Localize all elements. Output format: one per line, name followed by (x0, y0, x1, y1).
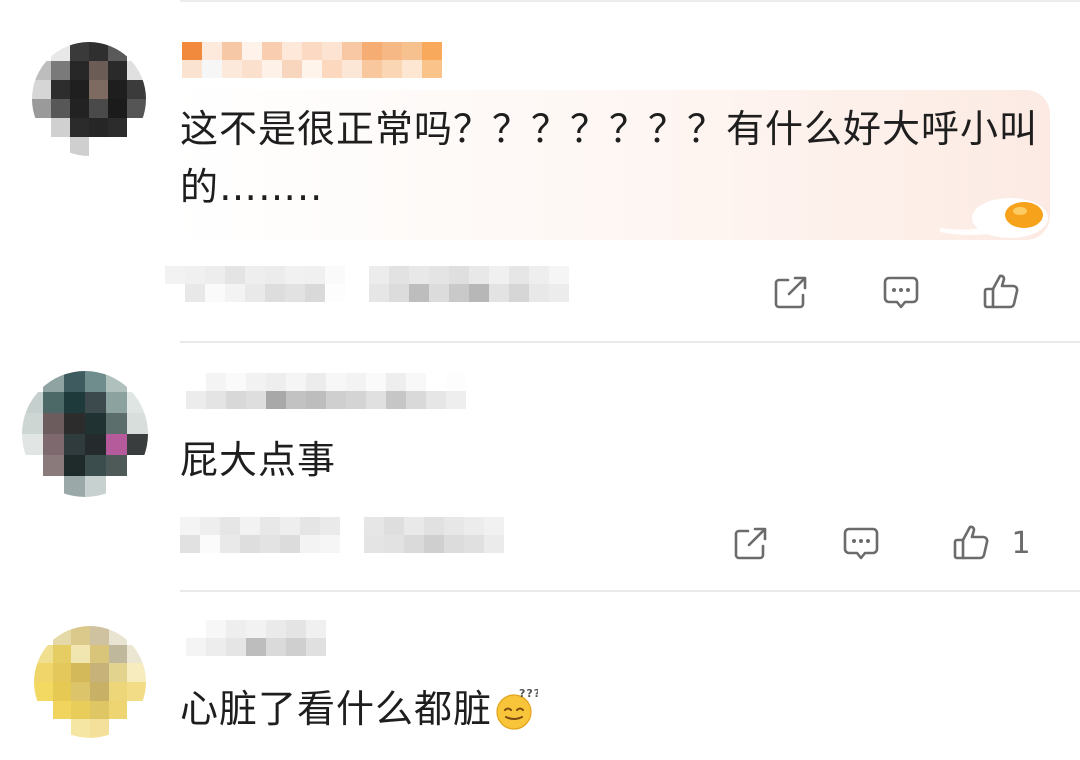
username-blurred[interactable] (186, 373, 466, 409)
username-blurred[interactable] (186, 620, 326, 656)
share-icon (774, 276, 807, 309)
like-button[interactable]: 1 (916, 515, 1066, 571)
comment-actions (736, 264, 1066, 320)
like-count: 1 (1011, 525, 1031, 561)
comment-list: 这不是很正常吗？？？？？？？有什么好大呼小叫的…….. 屁大点事 1 心脏了看什… (0, 0, 1080, 760)
reply-button[interactable] (806, 515, 916, 571)
like-button[interactable] (956, 264, 1066, 320)
username-blurred[interactable] (182, 42, 442, 78)
comment-text: 这不是很正常吗？？？？？？？有什么好大呼小叫的…….. (180, 107, 1039, 209)
thumbs-up-icon (954, 525, 989, 560)
timestamp-location-blurred (180, 517, 504, 553)
avatar[interactable] (32, 42, 146, 156)
share-icon (734, 527, 767, 560)
thumbs-up-icon (983, 274, 1019, 309)
comment-text-content: 心脏了看什么都脏 (180, 687, 493, 731)
avatar[interactable] (34, 626, 146, 738)
comment-text: 心脏了看什么都脏 ??? (180, 680, 538, 738)
avatar[interactable] (22, 371, 148, 497)
share-button[interactable] (696, 515, 806, 571)
egg-icon (940, 198, 1048, 238)
comment-item[interactable]: 屁大点事 1 (0, 343, 1080, 591)
timestamp-location-blurred (165, 266, 569, 302)
confused-face-emoji-icon: ??? (496, 687, 538, 730)
reply-button[interactable] (846, 264, 956, 320)
comment-icon (883, 276, 919, 309)
share-button[interactable] (736, 264, 846, 320)
comment-icon (843, 527, 879, 560)
comment-text: 屁大点事 (180, 438, 337, 482)
comment-item[interactable]: 心脏了看什么都脏 ??? (0, 592, 1080, 760)
comment-actions: 1 (696, 515, 1066, 571)
svg-text:???: ??? (519, 687, 538, 700)
comment-item[interactable]: 这不是很正常吗？？？？？？？有什么好大呼小叫的…….. (0, 0, 1080, 343)
